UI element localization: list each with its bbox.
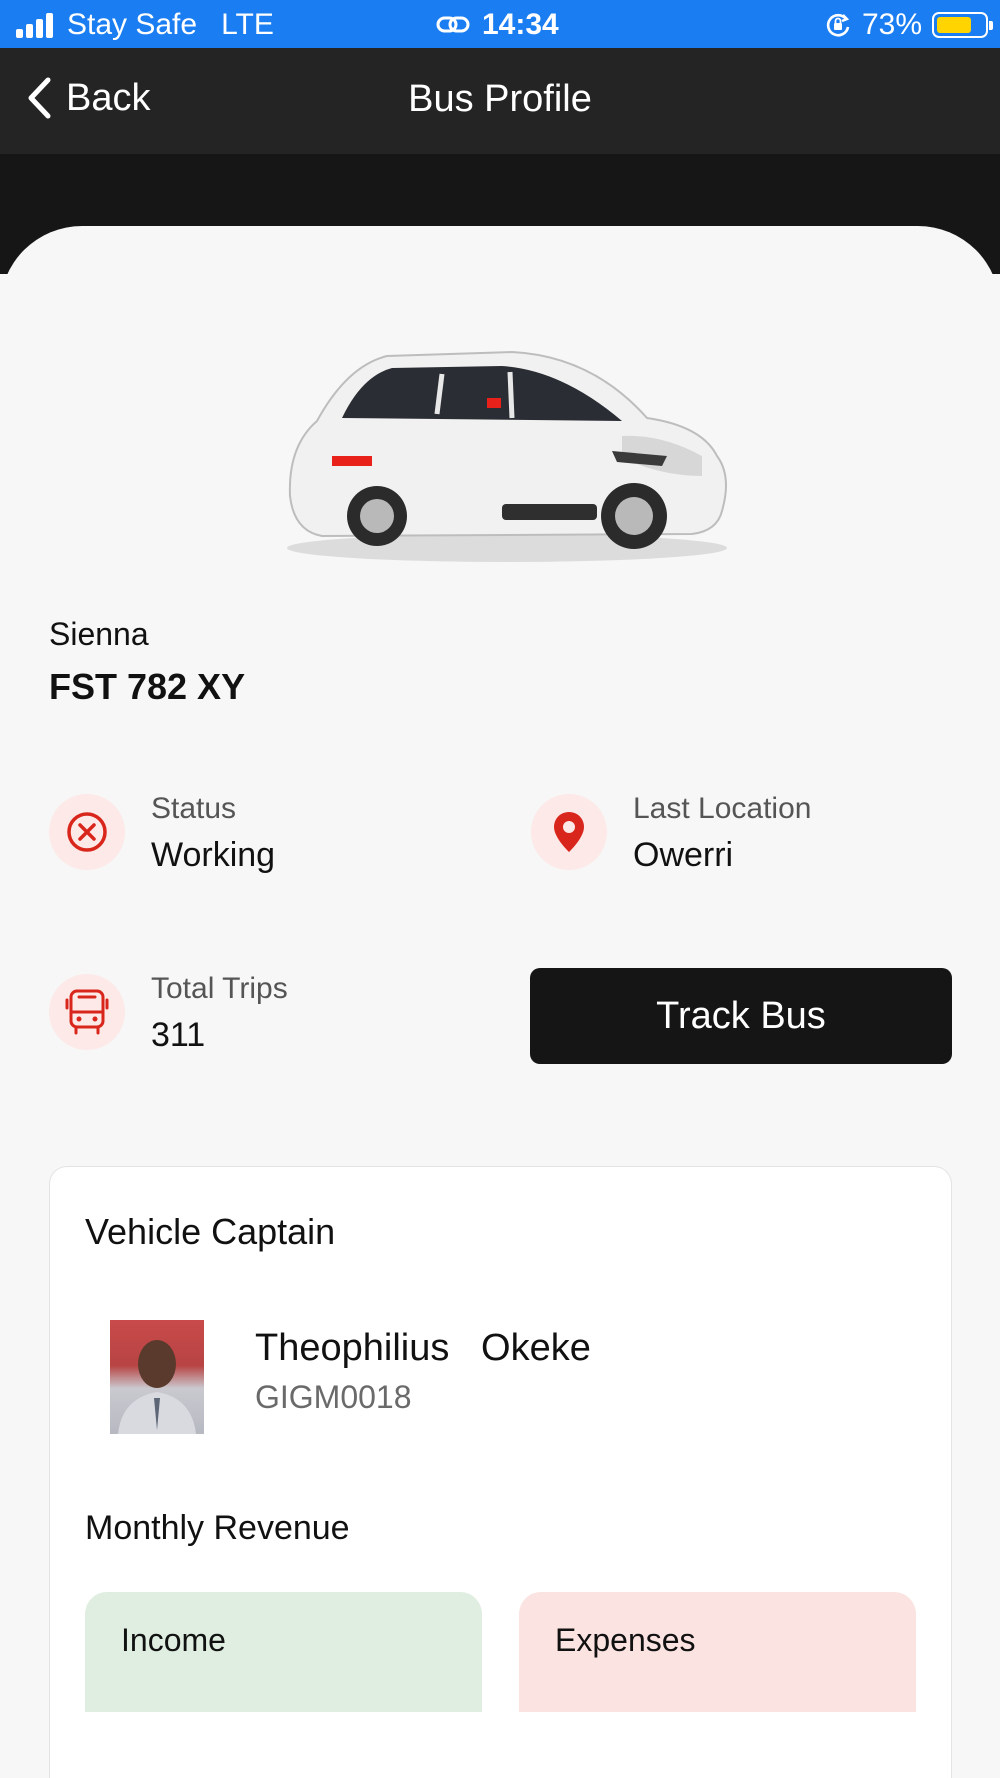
captain-section-title: Vehicle Captain <box>85 1211 336 1252</box>
revenue-section-title: Monthly Revenue <box>85 1509 350 1547</box>
status-value: Working <box>151 836 276 874</box>
location-pin-icon <box>554 812 584 852</box>
vehicle-model: Sienna <box>49 616 149 652</box>
status-info: Status Working <box>49 792 275 875</box>
captain-name: Theophilius Okeke <box>255 1327 591 1369</box>
vehicle-image <box>287 350 727 562</box>
income-card[interactable]: Income <box>85 1592 482 1712</box>
bus-icon <box>65 989 109 1035</box>
trips-value: 311 <box>151 1016 206 1054</box>
bus-profile-sheet: Sienna FST 782 XY Status Working Last Lo… <box>0 226 1000 1778</box>
expenses-card[interactable]: Expenses <box>519 1592 916 1712</box>
battery-level <box>937 17 971 33</box>
battery-icon <box>932 12 993 38</box>
trips-label: Total Trips <box>151 972 288 1005</box>
close-circle-icon <box>67 812 107 852</box>
status-label: Status <box>151 792 237 825</box>
signal-icon <box>16 12 53 38</box>
status-bar: Stay Safe LTE 14:34 73% <box>0 0 1000 48</box>
status-right: 73% <box>824 8 993 42</box>
battery-percent: 73% <box>861 8 922 41</box>
status-left: Stay Safe LTE <box>16 8 274 42</box>
clock: 14:34 <box>482 8 559 41</box>
trips-icon-wrap <box>49 974 125 1050</box>
location-value: Owerri <box>633 836 734 874</box>
nav-bar: Back Bus Profile <box>0 48 1000 154</box>
carrier-name: Stay Safe <box>67 8 198 41</box>
network-type: LTE <box>221 8 274 41</box>
trips-info: Total Trips 311 <box>49 972 288 1055</box>
location-label: Last Location <box>633 792 812 825</box>
status-center: 14:34 <box>436 8 559 42</box>
location-info: Last Location Owerri <box>531 792 811 875</box>
expenses-label: Expenses <box>555 1622 696 1658</box>
status-icon-wrap <box>49 794 125 870</box>
income-label: Income <box>121 1622 226 1658</box>
page-title: Bus Profile <box>408 78 592 120</box>
captain-id: GIGM0018 <box>255 1379 412 1415</box>
link-icon <box>436 16 470 33</box>
rotation-lock-icon <box>826 13 850 37</box>
captain-avatar <box>110 1320 204 1434</box>
track-bus-button[interactable]: Track Bus <box>530 968 952 1064</box>
vehicle-plate: FST 782 XY <box>49 666 246 707</box>
vehicle-captain-card: Vehicle Captain Theophilius Okeke GIGM00… <box>49 1166 952 1778</box>
location-icon-wrap <box>531 794 607 870</box>
